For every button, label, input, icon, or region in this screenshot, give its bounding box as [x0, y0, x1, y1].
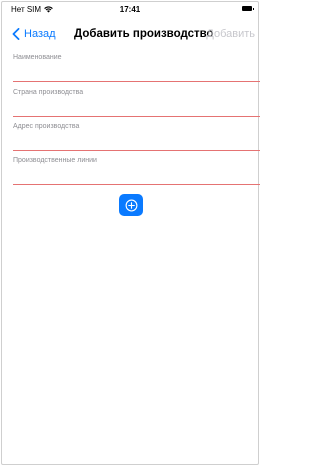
production-lines-input[interactable]: [13, 166, 249, 182]
back-button[interactable]: Назад: [11, 28, 56, 40]
country-field-underline: [13, 116, 260, 117]
name-field-label: Наименование: [13, 54, 62, 61]
add-button[interactable]: Добавить: [206, 28, 255, 40]
status-time: 17:41: [119, 5, 141, 14]
production-lines-label: Производственные линии: [13, 157, 97, 164]
battery-icon: [242, 6, 254, 11]
name-input[interactable]: [13, 63, 249, 79]
back-label: Назад: [24, 28, 56, 40]
address-field-underline: [13, 150, 260, 151]
production-lines-field: Производственные линии: [13, 157, 260, 185]
status-bar: Нет SIM 17:41: [0, 0, 260, 20]
chevron-left-icon: [12, 28, 20, 40]
address-field: Адрес производства: [13, 123, 260, 151]
add-production-line-button[interactable]: [119, 194, 143, 216]
country-input[interactable]: [13, 98, 249, 114]
address-input[interactable]: [13, 132, 249, 148]
plus-circle-icon: [125, 199, 137, 211]
production-lines-underline: [13, 184, 260, 185]
name-field-underline: [13, 81, 260, 82]
name-field: Наименование: [13, 54, 260, 82]
country-field: Страна производства: [13, 89, 260, 117]
navigation-bar: Назад Добавить производство Добавить: [0, 24, 260, 46]
page-title: Добавить производство: [74, 28, 214, 40]
country-field-label: Страна производства: [13, 89, 84, 96]
address-field-label: Адрес производства: [13, 123, 80, 130]
